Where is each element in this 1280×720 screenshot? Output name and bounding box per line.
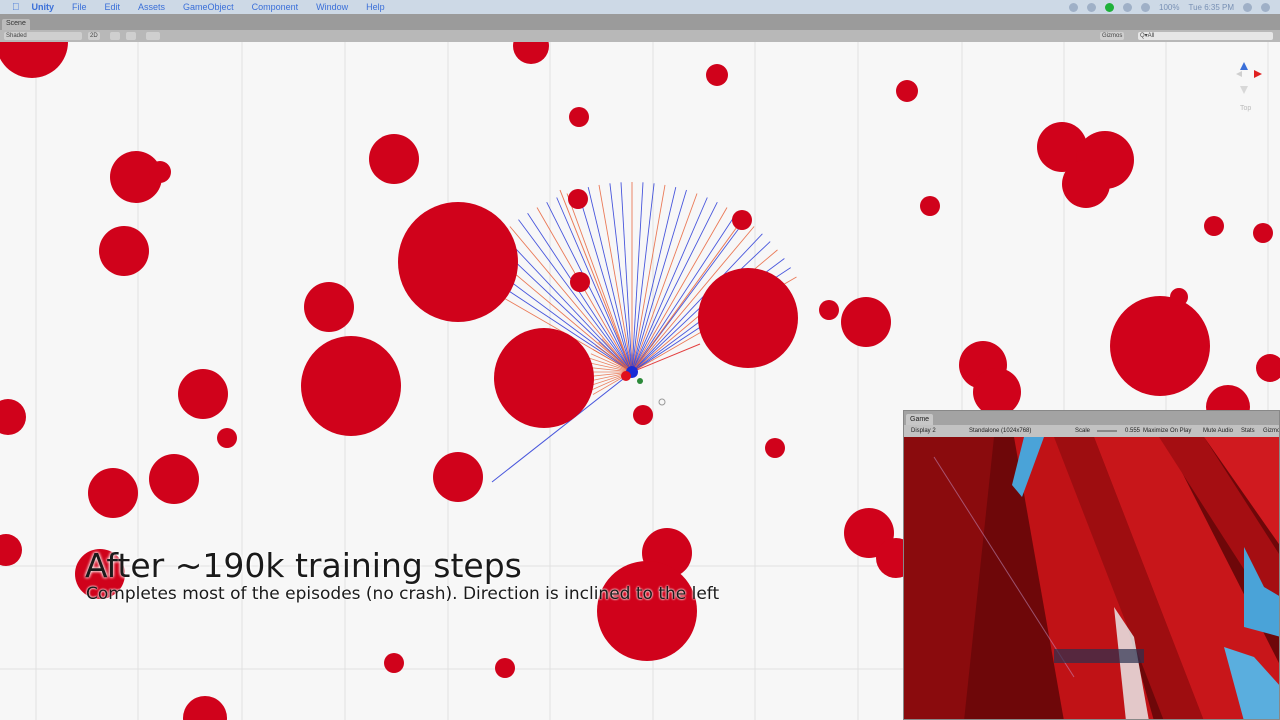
obstacle-sphere [1256,354,1280,382]
shading-mode-dropdown[interactable]: Shaded [4,32,82,40]
caption-subtitle: Completes most of the episodes (no crash… [86,584,720,604]
obstacle-sphere [494,328,594,428]
audio-toggle-icon[interactable] [126,32,136,40]
obstacle-sphere [570,272,590,292]
battery-percent[interactable]: 100% [1159,3,1179,12]
game-window: Game Display 2 Standalone (1024x768) Sca… [903,410,1280,720]
tab-scene[interactable]: Scene [2,19,30,30]
gizmos-dropdown[interactable]: Gizmos [1100,32,1125,40]
obstacle-sphere [217,428,237,448]
drone-agent[interactable] [621,366,666,406]
scene-toolbar: Shaded 2D Gizmos Q▾All [0,30,1280,42]
game-view[interactable] [904,437,1279,719]
obstacle-sphere [569,107,589,127]
obstacle-sphere [698,268,798,368]
obstacle-sphere [732,210,752,230]
effects-toggle-icon[interactable] [146,32,160,40]
menu-file[interactable]: File [72,2,87,12]
resolution-dropdown[interactable]: Standalone (1024x768) [966,426,1034,436]
stats-toggle[interactable]: Stats [1238,426,1258,436]
gizmo-view-label: Top [1240,105,1251,112]
scene-orientation-gizmo[interactable]: Top [1228,56,1268,116]
obstacle-sphere [369,134,419,184]
obstacle-sphere [0,534,22,566]
obstacle-sphere [304,282,354,332]
app-status-icon[interactable] [1105,2,1115,12]
obstacle-sphere [99,226,149,276]
obstacle-sphere [920,196,940,216]
sensor-ray [631,201,718,373]
menu-component[interactable]: Component [252,2,299,12]
apple-logo-icon[interactable]:  [12,2,20,13]
menu-gameobject[interactable]: GameObject [183,2,234,12]
obstacle-sphere [433,452,483,502]
menu-assets[interactable]: Assets [138,2,165,12]
obstacle-sphere [1204,216,1224,236]
tab-game[interactable]: Game [906,414,934,425]
obstacle-sphere [88,468,138,518]
lighting-toggle-icon[interactable] [110,32,120,40]
scene-search-input[interactable]: Q▾All [1138,32,1273,40]
game-toolbar: Display 2 Standalone (1024x768) Scale 0.… [904,425,1279,437]
bluetooth-icon[interactable] [1087,2,1097,12]
menu-edit[interactable]: Edit [105,2,121,12]
obstacle-sphere [1253,223,1273,243]
spotlight-icon[interactable] [1243,2,1252,12]
menu-help[interactable]: Help [366,2,385,12]
notification-center-icon[interactable] [1261,2,1270,12]
maximize-on-play-toggle[interactable]: Maximize On Play [1140,426,1194,436]
obstacle-sphere [495,658,515,678]
obstacle-sphere [384,653,404,673]
obstacle-sphere [1062,160,1110,208]
toggle-2d-button[interactable]: 2D [88,32,100,40]
macos-menu-bar:  Unity File Edit Assets GameObject Comp… [0,0,1280,14]
volume-icon[interactable] [1141,2,1151,12]
obstacle-sphere [568,189,588,209]
wifi-icon[interactable] [1123,2,1133,12]
obstacle-sphere [398,202,518,322]
obstacle-sphere [597,561,697,661]
game-gizmos-toggle[interactable]: Gizmos [1260,426,1279,436]
status-icon[interactable] [1069,2,1079,12]
game-tab-bar: Game [904,411,1279,425]
sensor-ray [631,182,644,373]
obstacle-sphere [0,399,26,435]
obstacle-sphere [819,300,839,320]
obstacle-sphere [1110,296,1210,396]
clock[interactable]: Tue 6:35 PM [1188,3,1234,12]
sensor-ray [620,182,633,373]
mute-audio-toggle[interactable]: Mute Audio [1200,426,1236,436]
display-dropdown[interactable]: Display 2 [908,426,939,436]
obstacle-sphere [706,64,728,86]
scale-slider[interactable] [1094,426,1120,436]
obstacle-sphere [765,438,785,458]
caption-title: After ~190k training steps [85,546,522,585]
obstacle-sphere [149,161,171,183]
obstacle-sphere [149,454,199,504]
menu-window[interactable]: Window [316,2,348,12]
menu-app-name[interactable]: Unity [32,2,55,12]
obstacle-sphere [973,368,1021,416]
obstacle-sphere [896,80,918,102]
obstacle-sphere [301,336,401,436]
status-area: 100% Tue 6:35 PM [1069,0,1270,14]
obstacle-sphere [1170,288,1188,306]
obstacle-sphere [633,405,653,425]
scale-label: Scale [1075,428,1091,434]
obstacle-sphere [513,42,549,64]
obstacle-sphere [841,297,891,347]
obstacle-sphere [0,42,68,78]
scene-tab-bar: Scene [0,14,1280,30]
obstacle-sphere [183,696,227,720]
obstacle-sphere [178,369,228,419]
